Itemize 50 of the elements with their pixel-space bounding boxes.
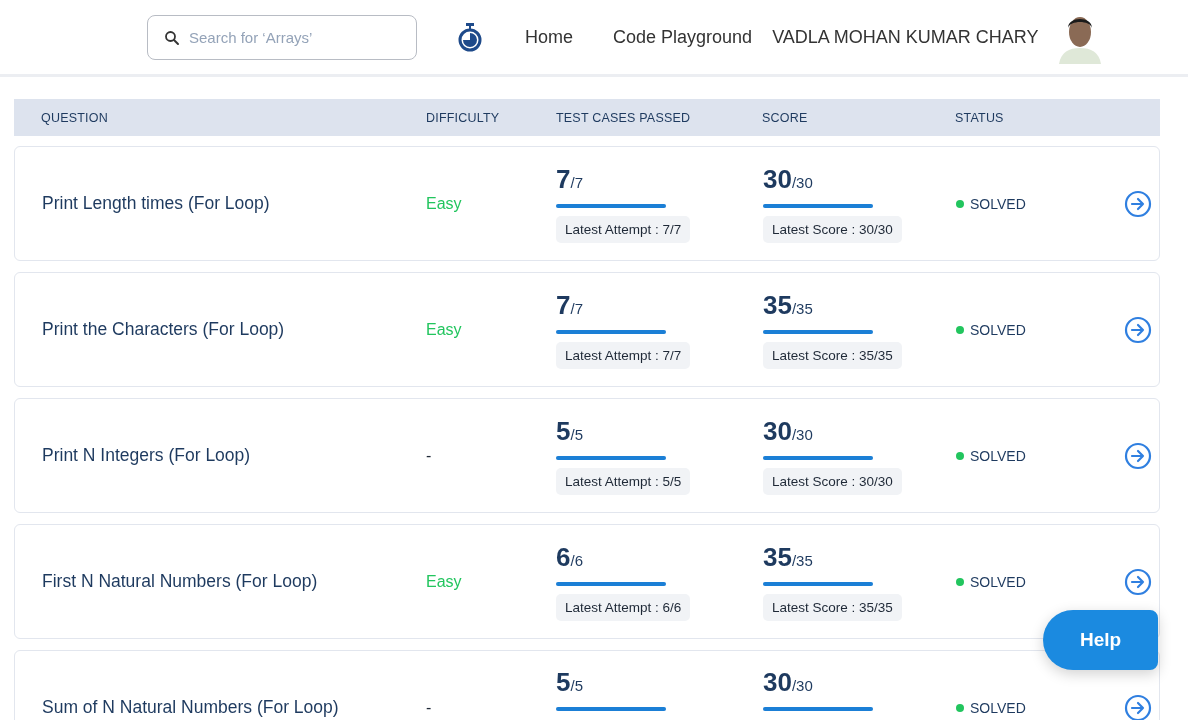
nav-link[interactable]: Code Playground (613, 26, 753, 48)
column-header: DIFFICULTY (426, 110, 501, 125)
latest-score-label: Latest Score : 35/35 (763, 594, 902, 621)
column-header: STATUS (955, 110, 1005, 125)
latest-attempt-label: Latest Attempt : 7/7 (556, 342, 691, 369)
score-value: 35/35 (763, 542, 813, 574)
status-label: SOLVED (970, 699, 1026, 716)
score-value: 35/35 (763, 290, 813, 322)
latest-attempt-label: Latest Attempt : 7/7 (556, 216, 691, 243)
question-title: Print Length times (For Loop) (42, 193, 271, 214)
nav-link[interactable]: Home (525, 26, 573, 48)
user-name: VADLA MOHAN KUMAR CHARY (772, 26, 1039, 48)
help-button[interactable]: Help (1043, 610, 1158, 670)
column-header: QUESTION (41, 110, 109, 125)
score-value: 30/30 (763, 667, 813, 699)
difficulty-label: Easy (426, 320, 463, 339)
tests-passed-count: 5/5 (556, 667, 583, 699)
search-icon (164, 29, 180, 46)
tests-passed-count: 6/6 (556, 542, 583, 574)
latest-score-label: Latest Score : 30/30 (763, 216, 902, 243)
arrow-right-icon[interactable] (1124, 189, 1152, 218)
latest-score-label: Latest Score : 35/35 (763, 342, 902, 369)
tests-passed-count: 7/7 (556, 290, 583, 322)
question-title: First N Natural Numbers (For Loop) (42, 571, 319, 592)
status-label: SOLVED (970, 195, 1026, 212)
arrow-right-icon[interactable] (1124, 441, 1152, 470)
arrow-right-icon[interactable] (1124, 315, 1152, 344)
status-label: SOLVED (970, 447, 1026, 464)
score-value: 30/30 (763, 164, 813, 196)
score-value: 30/30 (763, 416, 813, 448)
status-label: SOLVED (970, 573, 1026, 590)
difficulty-label: Easy (426, 194, 463, 213)
column-header: SCORE (762, 110, 809, 125)
stopwatch-icon[interactable] (457, 22, 483, 52)
question-title: Print the Characters (For Loop) (42, 319, 286, 340)
column-header: TEST CASES PASSED (556, 110, 692, 125)
latest-attempt-label: Latest Attempt : 5/5 (556, 468, 691, 495)
question-title: Print N Integers (For Loop) (42, 445, 252, 466)
tests-passed-count: 5/5 (556, 416, 583, 448)
tests-passed-count: 7/7 (556, 164, 583, 196)
difficulty-label: - (426, 698, 433, 717)
question-title: Sum of N Natural Numbers (For Loop) (42, 697, 340, 718)
latest-attempt-label: Latest Attempt : 6/6 (556, 594, 691, 621)
difficulty-label: Easy (426, 572, 463, 591)
search-field[interactable]: Search for ‘Arrays’ (147, 14, 417, 60)
difficulty-label: - (426, 446, 433, 465)
status-label: SOLVED (970, 321, 1026, 338)
arrow-right-icon[interactable] (1124, 693, 1152, 720)
latest-score-label: Latest Score : 30/30 (763, 468, 902, 495)
arrow-right-icon[interactable] (1124, 567, 1152, 596)
